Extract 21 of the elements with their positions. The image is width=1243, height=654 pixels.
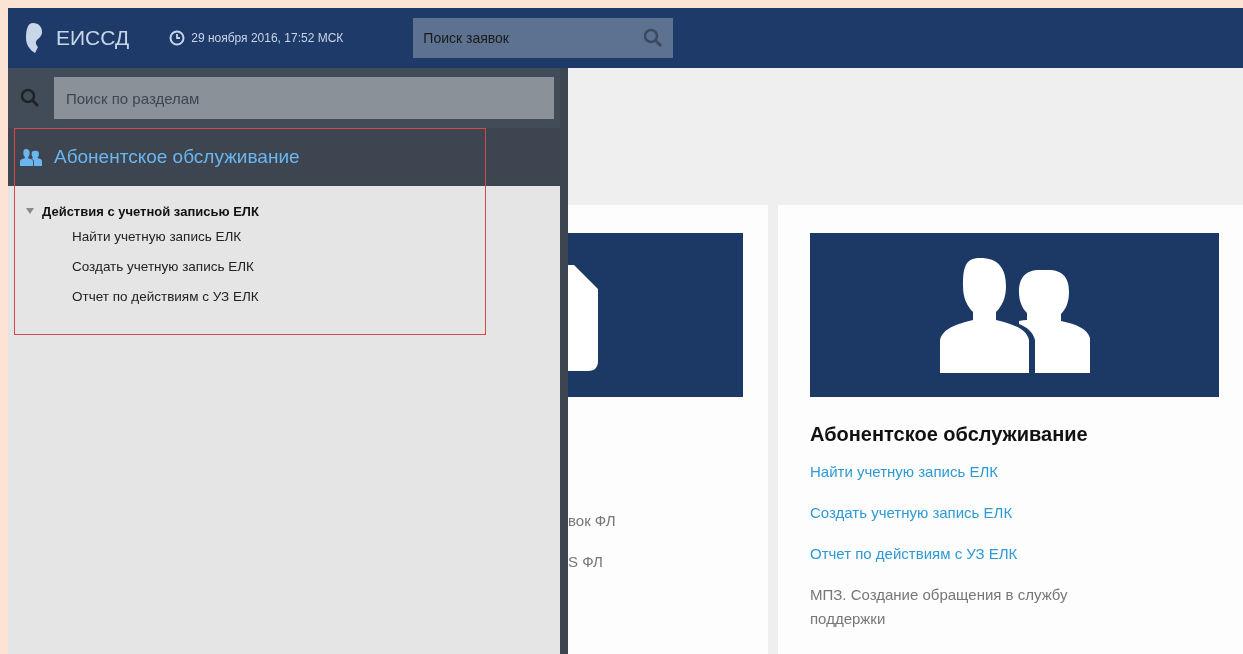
tree-item[interactable]: Отчет по действиям с УЗ ЕЛК: [72, 282, 259, 312]
section-header[interactable]: Абонентское обслуживание: [8, 128, 560, 186]
date-time: 29 ноября 2016, 17:52 МСК: [191, 31, 344, 45]
people-icon: [20, 148, 42, 166]
document-icon: [568, 265, 598, 371]
caret-icon[interactable]: [26, 208, 34, 214]
card-title: Абонентское обслуживание: [810, 423, 1089, 446]
search-icon[interactable]: [643, 28, 664, 48]
logo-icon: [24, 23, 42, 53]
card-text: МПЗ. Создание обращения в службу поддержки: [810, 585, 1069, 629]
tree-item[interactable]: Создать учетную запись ЕЛК: [72, 252, 254, 282]
app-name: ЕИССД: [56, 26, 130, 50]
search-icon[interactable]: [20, 88, 40, 108]
card-text: S ФЛ: [568, 552, 603, 572]
card-text: вок ФЛ: [568, 511, 616, 531]
tree-group-label[interactable]: Действия с учетной записью ЕЛК: [42, 203, 259, 219]
search-field[interactable]: Поиск заявок: [413, 18, 674, 58]
people-icon: [939, 257, 1090, 373]
clock-icon: [169, 30, 186, 46]
section-search-field[interactable]: Поиск по разделам: [54, 77, 554, 119]
tree-item[interactable]: Найти учетную запись ЕЛК: [72, 222, 242, 252]
